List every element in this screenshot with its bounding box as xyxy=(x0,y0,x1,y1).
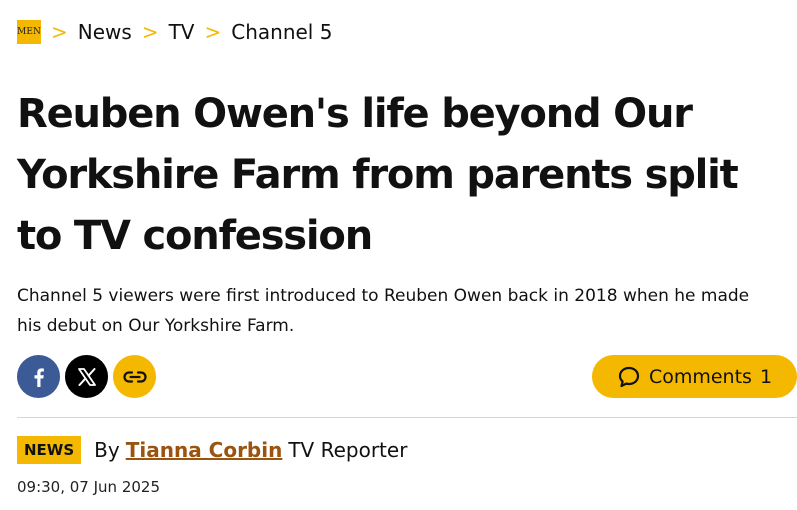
logo-text-bottom: EN xyxy=(26,27,41,37)
logo-text-top: M xyxy=(17,27,27,37)
x-icon xyxy=(77,367,96,386)
chevron-right-icon: > xyxy=(141,20,159,44)
comments-button[interactable]: Comments 1 xyxy=(592,355,797,398)
publish-timestamp: 09:30, 07 Jun 2025 xyxy=(17,478,160,496)
byline-prefix: By xyxy=(94,438,120,462)
byline: NEWS By Tianna Corbin TV Reporter xyxy=(17,436,407,464)
breadcrumb-item-news[interactable]: News xyxy=(78,20,132,44)
breadcrumb-item-tv[interactable]: TV xyxy=(169,20,195,44)
chevron-right-icon: > xyxy=(51,20,68,44)
facebook-share-button[interactable] xyxy=(17,355,60,398)
article-headline: Reuben Owen's life beyond Our Yorkshire … xyxy=(17,91,739,259)
breadcrumb: M EN > News > TV > Channel 5 xyxy=(17,18,332,46)
category-badge: NEWS xyxy=(17,436,82,464)
breadcrumb-item-channel-5[interactable]: Channel 5 xyxy=(231,20,332,44)
site-logo[interactable]: M EN xyxy=(17,20,41,44)
comments-label: Comments xyxy=(648,365,752,388)
article-standfirst: Channel 5 viewers were first introduced … xyxy=(17,286,750,336)
copy-link-button[interactable] xyxy=(113,355,156,398)
facebook-icon xyxy=(34,367,44,387)
speech-bubble-icon xyxy=(618,366,640,387)
author-role: TV Reporter xyxy=(288,438,408,462)
link-icon xyxy=(122,370,147,383)
chevron-right-icon: > xyxy=(204,20,222,44)
author-link[interactable]: Tianna Corbin xyxy=(126,438,283,462)
divider xyxy=(17,417,797,418)
x-share-button[interactable] xyxy=(65,355,108,398)
comments-count: 1 xyxy=(759,365,773,388)
share-buttons xyxy=(17,355,156,398)
